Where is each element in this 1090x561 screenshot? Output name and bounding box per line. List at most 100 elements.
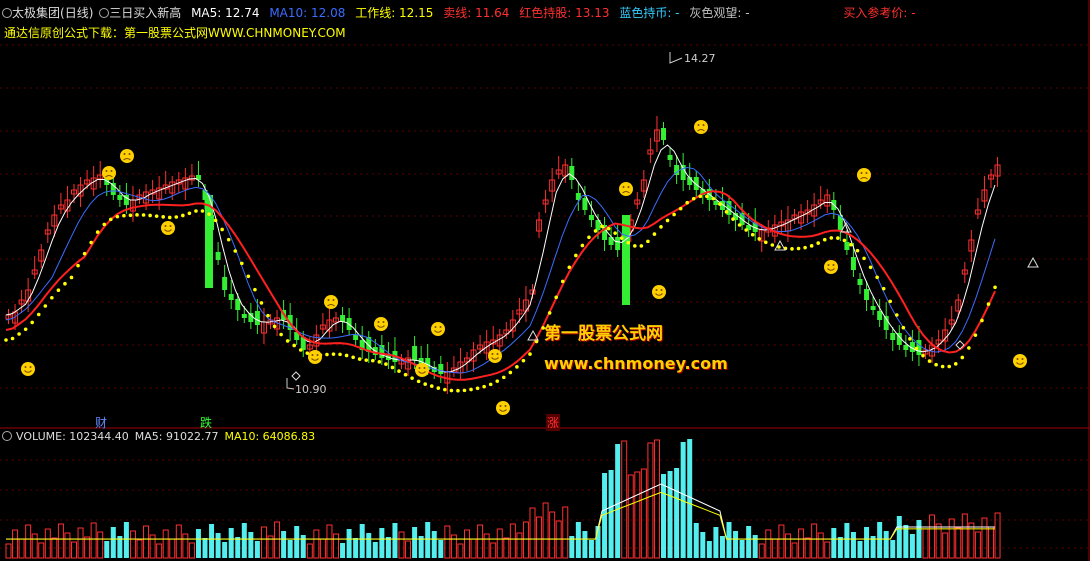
- work-line-dot: [606, 226, 611, 231]
- work-line-dot: [292, 343, 297, 348]
- face-eye: [169, 225, 172, 227]
- work-line-dot: [69, 275, 74, 280]
- work-line-dot: [593, 229, 598, 233]
- work-line-dot: [560, 279, 565, 284]
- work-line-dot: [364, 358, 369, 362]
- volume-bar-down: [346, 529, 352, 558]
- volume-bar-up: [922, 528, 929, 559]
- volume-bar-up: [929, 514, 936, 559]
- face-eye: [434, 326, 437, 328]
- face-eye: [627, 186, 630, 188]
- work-line-dot: [842, 238, 847, 243]
- work-line-dot: [109, 217, 113, 222]
- volume-bar-up: [988, 526, 994, 559]
- work-line-dot: [148, 213, 152, 218]
- volume-bar-up: [522, 521, 529, 559]
- volume-bar-up: [798, 528, 805, 559]
- face-eye: [702, 124, 705, 126]
- candle-body-down: [870, 306, 876, 310]
- diamond-signal-icon: [291, 371, 301, 381]
- work-line-dot: [953, 362, 958, 366]
- triangle-signal-icon: [774, 239, 786, 251]
- volume-bar-down: [412, 527, 418, 558]
- work-line-dot: [862, 256, 866, 261]
- face-eye: [123, 153, 126, 155]
- volume-bar-up: [71, 541, 77, 559]
- candle-body-down: [379, 345, 385, 358]
- work-line-dot: [482, 384, 486, 389]
- work-line-dot: [161, 215, 165, 219]
- work-line-dot: [515, 365, 519, 369]
- volume-gear-icon[interactable]: [2, 431, 12, 441]
- work-line-dot: [993, 285, 997, 290]
- work-line-dot: [187, 211, 192, 216]
- volume-bar-up: [149, 534, 156, 559]
- volume-bar-down: [909, 534, 915, 558]
- volume-bar-up: [621, 440, 628, 559]
- volume-bar-up: [562, 506, 569, 559]
- work-line-dot: [423, 382, 428, 386]
- work-line-dot: [921, 353, 925, 358]
- work-line-dot: [613, 231, 617, 235]
- candle-body-down: [569, 166, 575, 180]
- work-line-dot: [357, 357, 362, 361]
- watermark-url: www.chnmoney.com: [544, 354, 728, 373]
- volume-bar-up: [64, 532, 71, 559]
- work-line-dot: [764, 240, 768, 245]
- work-line-dot: [790, 247, 794, 251]
- work-line-dot: [475, 386, 480, 391]
- work-line-dot: [89, 240, 93, 245]
- candle-body-down: [235, 299, 241, 310]
- face-eye: [491, 353, 494, 355]
- kline-chart[interactable]: [0, 0, 1090, 561]
- volume-bar-up: [188, 542, 195, 559]
- face-eye: [105, 170, 108, 172]
- work-line-dot: [547, 311, 552, 315]
- work-line-dot: [17, 332, 21, 336]
- work-line-dot: [829, 236, 834, 240]
- volume-bar-down: [438, 540, 444, 558]
- volume-bar-down: [248, 532, 254, 558]
- candle-body-down: [254, 311, 260, 325]
- work-line-dot: [154, 214, 159, 218]
- volume-bar-up: [136, 539, 143, 559]
- volume-bar-down: [687, 439, 693, 558]
- volume-bar-up: [12, 529, 19, 559]
- volume-bar-down: [850, 532, 856, 558]
- watermark-title: 第一股票公式网: [544, 324, 663, 344]
- high-price-pointer: [669, 52, 683, 64]
- volume-bar-down: [215, 533, 221, 558]
- work-line-dot: [744, 228, 748, 232]
- volume-bar-up: [529, 507, 536, 559]
- candle-body-down: [582, 198, 588, 210]
- work-line-dot: [207, 212, 211, 216]
- work-line-dot: [711, 196, 716, 201]
- work-line-dot: [495, 379, 500, 383]
- work-line-dot: [678, 206, 683, 211]
- candle-body-down: [844, 242, 850, 250]
- volume-bar-up: [483, 533, 490, 559]
- volume-bar-down: [241, 523, 247, 558]
- volume-bar-down: [916, 520, 922, 558]
- volume-bar-down: [294, 526, 300, 558]
- work-line-dot: [822, 237, 827, 242]
- sad-face-icon: [102, 166, 116, 180]
- work-line-dot: [456, 388, 460, 393]
- work-line-dot: [36, 312, 41, 317]
- face-eye: [418, 367, 421, 369]
- work-line-dot: [246, 274, 251, 279]
- face-eye: [499, 405, 502, 407]
- volume-bar-down: [425, 522, 431, 558]
- work-line-dot: [888, 299, 893, 304]
- work-line-dot: [338, 352, 342, 357]
- face-eye: [110, 170, 113, 172]
- volume-bar-up: [955, 527, 962, 559]
- face-eye: [316, 354, 319, 356]
- face-eye: [423, 367, 426, 369]
- candle-body-down: [877, 311, 883, 320]
- work-line-dot: [947, 364, 951, 369]
- work-line-dot: [115, 214, 120, 219]
- work-line-dot: [986, 302, 991, 306]
- work-line-dot: [659, 225, 663, 229]
- volume-bar-up: [175, 524, 182, 559]
